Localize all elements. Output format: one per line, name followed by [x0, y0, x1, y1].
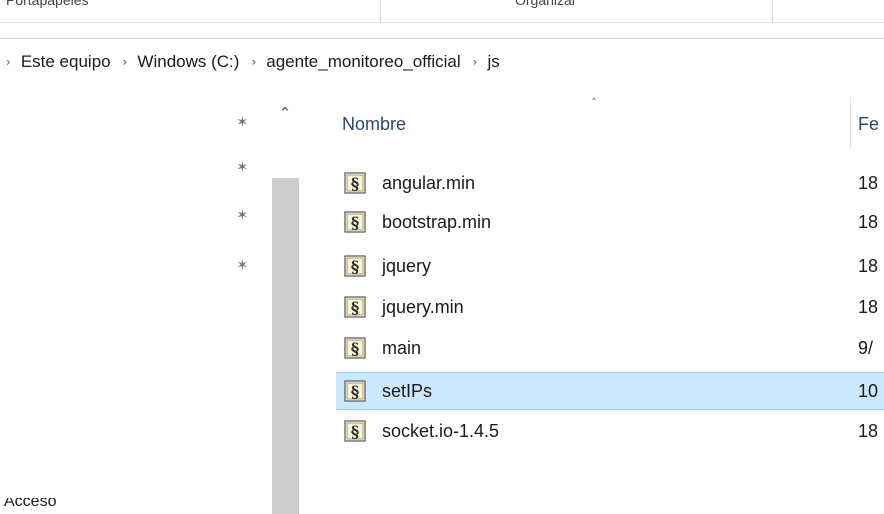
- chevron-right-icon[interactable]: ›: [123, 55, 128, 69]
- file-row-angular-min[interactable]: § angular.min 18: [336, 164, 884, 202]
- ribbon-group-organize[interactable]: Organizar: [515, 0, 576, 8]
- breadcrumb-item-project[interactable]: agente_monitoreo_official: [266, 52, 460, 72]
- ribbon: Portapapeles Organizar: [0, 0, 884, 23]
- js-script-file-icon: §: [344, 420, 366, 442]
- svg-text:§: §: [351, 298, 359, 317]
- file-name: setIPs: [382, 381, 433, 401]
- chevron-right-icon[interactable]: ›: [251, 55, 256, 69]
- nav-pane-item[interactable]: Acceso: [4, 498, 56, 514]
- file-name: main: [382, 338, 422, 358]
- scroll-up-arrow-icon[interactable]: ⌃: [271, 104, 299, 128]
- navigation-pane: [0, 83, 300, 514]
- chevron-right-icon[interactable]: ›: [6, 55, 11, 69]
- file-row-main[interactable]: § main 9/: [336, 329, 884, 367]
- file-row-jquery[interactable]: § jquery 18: [336, 247, 884, 285]
- svg-text:§: §: [351, 339, 359, 358]
- file-row-bootstrap-min[interactable]: § bootstrap.min 18: [336, 203, 884, 241]
- ribbon-group-clipboard[interactable]: Portapapeles: [6, 0, 89, 8]
- pin-icon[interactable]: ✶: [236, 113, 254, 131]
- js-script-file-icon: §: [344, 255, 366, 277]
- js-script-file-icon: §: [344, 211, 366, 233]
- sort-ascending-icon: ‸: [591, 86, 597, 100]
- file-date: 18: [858, 256, 879, 276]
- ribbon-separator: [772, 0, 773, 22]
- file-name: jquery: [382, 256, 432, 276]
- breadcrumb: › Este equipo › Windows (C:) › agente_mo…: [6, 52, 500, 72]
- js-script-file-icon: §: [344, 172, 366, 194]
- breadcrumb-item-this-pc[interactable]: Este equipo: [21, 52, 111, 72]
- file-date: 18: [858, 297, 879, 317]
- scrollbar-thumb[interactable]: [272, 178, 299, 514]
- js-script-file-icon: §: [344, 380, 366, 402]
- pin-icon[interactable]: ✶: [236, 256, 254, 274]
- file-row-socket-io[interactable]: § socket.io-1.4.5 18: [336, 412, 884, 450]
- file-date: 18: [858, 212, 879, 232]
- ribbon-separator: [380, 0, 381, 22]
- file-name: bootstrap.min: [382, 212, 492, 232]
- file-row-setips[interactable]: § setIPs 10: [336, 372, 884, 410]
- breadcrumb-item-js[interactable]: js: [487, 52, 499, 72]
- file-date: 9/: [858, 338, 874, 358]
- file-name: angular.min: [382, 173, 476, 193]
- chevron-right-icon[interactable]: ›: [473, 55, 478, 69]
- column-header-name[interactable]: Nombre: [342, 114, 406, 135]
- js-script-file-icon: §: [344, 337, 366, 359]
- file-row-jquery-min[interactable]: § jquery.min 18: [336, 288, 884, 326]
- file-name: socket.io-1.4.5: [382, 421, 500, 441]
- file-date: 10: [858, 381, 879, 401]
- column-header-date[interactable]: Fe: [858, 114, 879, 135]
- breadcrumb-item-drive[interactable]: Windows (C:): [137, 52, 239, 72]
- pin-icon[interactable]: ✶: [236, 206, 254, 224]
- svg-text:§: §: [351, 174, 359, 193]
- file-name: jquery.min: [382, 297, 464, 317]
- svg-text:§: §: [351, 213, 359, 232]
- column-separator[interactable]: [850, 97, 851, 149]
- file-date: 18: [858, 173, 879, 193]
- file-date: 18: [858, 421, 879, 441]
- js-script-file-icon: §: [344, 296, 366, 318]
- pin-icon[interactable]: ✶: [236, 158, 254, 176]
- svg-text:§: §: [351, 422, 359, 441]
- svg-text:§: §: [351, 382, 359, 401]
- svg-text:§: §: [351, 257, 359, 276]
- address-bar[interactable]: › Este equipo › Windows (C:) › agente_mo…: [0, 38, 884, 84]
